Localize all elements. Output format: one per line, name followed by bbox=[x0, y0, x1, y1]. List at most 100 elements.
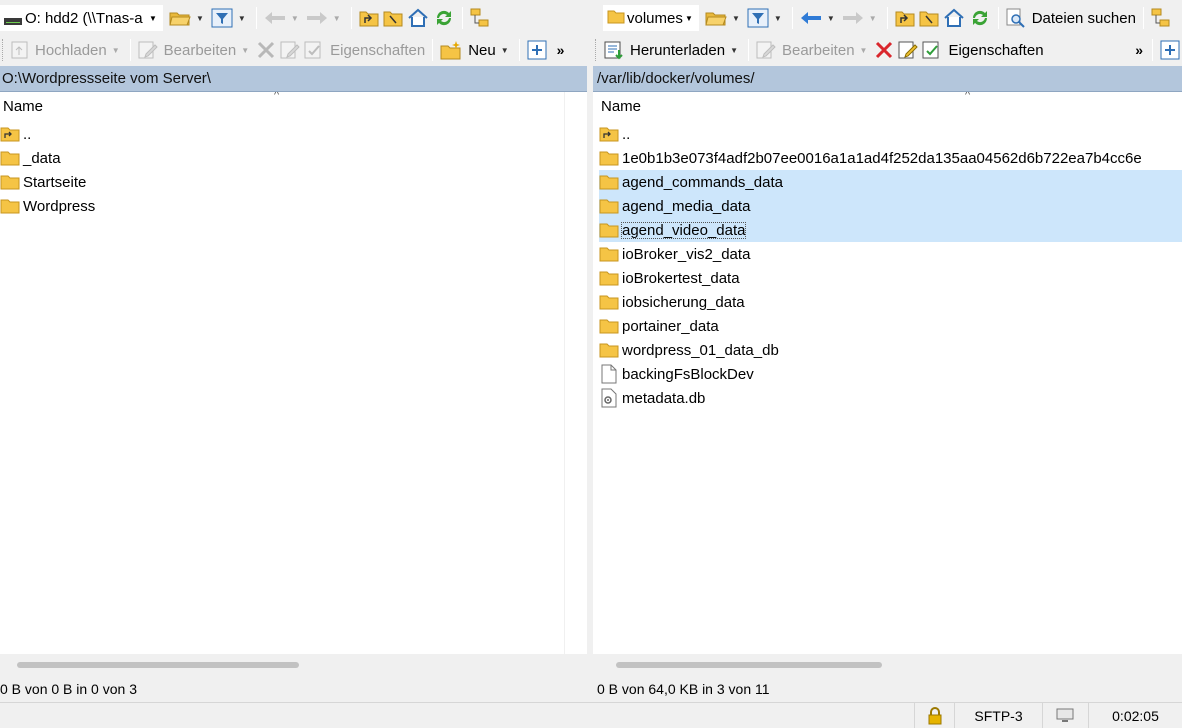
local-path-bar[interactable]: O:\Wordpressseite vom Server\ bbox=[0, 66, 587, 92]
local-horizontal-scrollbar[interactable] bbox=[0, 654, 587, 674]
forward-button[interactable] bbox=[840, 5, 866, 31]
toolbar-separator bbox=[747, 39, 749, 61]
home-directory-button[interactable] bbox=[405, 5, 431, 31]
list-item[interactable]: _data bbox=[0, 146, 587, 170]
chevron-down-icon[interactable]: ▼ bbox=[730, 46, 738, 55]
list-item[interactable]: agend_media_data bbox=[599, 194, 1182, 218]
forward-button[interactable] bbox=[304, 5, 330, 31]
expand-button[interactable] bbox=[1158, 37, 1182, 63]
parent-directory-button[interactable] bbox=[357, 5, 381, 31]
refresh-button[interactable] bbox=[967, 5, 993, 31]
local-column-header-name[interactable]: Name ^ bbox=[0, 92, 587, 122]
item-name: 1e0b1b3e073f4adf2b07ee0016a1a1ad4f252da1… bbox=[622, 149, 1142, 167]
chevron-down-icon[interactable]: ▼ bbox=[333, 14, 341, 23]
tree-view-button[interactable] bbox=[468, 5, 492, 31]
properties-label: Eigenschaften bbox=[948, 41, 1044, 59]
chevron-down-icon[interactable]: ▼ bbox=[501, 46, 509, 55]
root-folder-icon bbox=[919, 11, 939, 27]
remote-column-header-name[interactable]: Name ^ bbox=[593, 92, 1182, 122]
network-status-icon[interactable] bbox=[1042, 703, 1088, 728]
session-status-bar: SFTP-3 0:02:05 bbox=[0, 702, 1182, 728]
home-directory-button[interactable] bbox=[941, 5, 967, 31]
rename-button[interactable] bbox=[278, 37, 302, 63]
list-item[interactable]: Startseite bbox=[0, 170, 587, 194]
filter-icon bbox=[747, 8, 769, 28]
list-item[interactable]: iobsicherung_data bbox=[599, 290, 1182, 314]
find-files-button[interactable]: Dateien suchen bbox=[1004, 5, 1138, 31]
root-folder-icon bbox=[383, 11, 403, 27]
filter-icon bbox=[211, 8, 233, 28]
toolbar-separator bbox=[432, 39, 434, 61]
back-button[interactable] bbox=[798, 5, 824, 31]
remote-rows: .. 1e0b1b3e073f4adf2b07ee0016a1a1ad4f252d… bbox=[593, 122, 1182, 410]
open-folder-button[interactable] bbox=[703, 5, 729, 31]
new-folder-icon bbox=[440, 41, 461, 60]
edit-button[interactable]: Bearbeiten bbox=[136, 37, 239, 63]
list-item[interactable]: Wordpress bbox=[0, 194, 587, 218]
folder-icon bbox=[0, 196, 20, 216]
chevron-down-icon[interactable]: ▼ bbox=[196, 14, 204, 23]
overflow-chevron-icon[interactable]: » bbox=[1135, 42, 1143, 58]
list-item[interactable]: metadata.db bbox=[599, 386, 1182, 410]
parent-directory-button[interactable] bbox=[893, 5, 917, 31]
new-button[interactable]: Neu bbox=[438, 37, 498, 63]
edit-button[interactable]: Bearbeiten bbox=[754, 37, 857, 63]
remote-path-bar[interactable]: /var/lib/docker/volumes/ bbox=[593, 66, 1182, 92]
folder-icon bbox=[599, 196, 619, 216]
local-file-list[interactable]: Name ^ .. _data Startseite Wordpress bbox=[0, 92, 587, 654]
back-button[interactable] bbox=[262, 5, 288, 31]
rename-button[interactable] bbox=[896, 37, 920, 63]
list-item[interactable]: .. bbox=[599, 122, 1182, 146]
chevron-down-icon[interactable]: ▼ bbox=[732, 14, 740, 23]
scrollbar-thumb[interactable] bbox=[616, 662, 882, 668]
list-item[interactable]: ioBroker_vis2_data bbox=[599, 242, 1182, 266]
chevron-down-icon[interactable]: ▼ bbox=[827, 14, 835, 23]
download-button[interactable]: Herunterladen bbox=[602, 37, 727, 63]
list-item[interactable]: agend_video_data bbox=[599, 218, 1182, 242]
encryption-lock-icon[interactable] bbox=[914, 703, 954, 728]
filter-button[interactable] bbox=[209, 5, 235, 31]
sort-ascending-icon: ^ bbox=[274, 92, 280, 101]
chevron-down-icon[interactable]: ▼ bbox=[869, 14, 877, 23]
list-item[interactable]: ioBrokertest_data bbox=[599, 266, 1182, 290]
overflow-chevron-icon[interactable]: » bbox=[557, 42, 565, 58]
refresh-button[interactable] bbox=[431, 5, 457, 31]
upload-icon bbox=[11, 41, 28, 59]
chevron-down-icon[interactable]: ▼ bbox=[683, 14, 695, 23]
filter-button[interactable] bbox=[745, 5, 771, 31]
list-item[interactable]: portainer_data bbox=[599, 314, 1182, 338]
root-directory-button[interactable] bbox=[381, 5, 405, 31]
list-item[interactable]: backingFsBlockDev bbox=[599, 362, 1182, 386]
open-folder-button[interactable] bbox=[167, 5, 193, 31]
folder-icon bbox=[607, 9, 625, 28]
chevron-down-icon[interactable]: ▼ bbox=[112, 46, 120, 55]
local-drive-select[interactable]: O: hdd2 (\\Tnas-a ▼ bbox=[0, 5, 163, 31]
remote-directory-select[interactable]: volumes ▼ bbox=[603, 5, 699, 31]
chevron-down-icon[interactable]: ▼ bbox=[241, 46, 249, 55]
expand-button[interactable] bbox=[525, 37, 549, 63]
rename-icon bbox=[898, 41, 919, 59]
protocol-indicator[interactable]: SFTP-3 bbox=[954, 703, 1042, 728]
remote-horizontal-scrollbar[interactable] bbox=[593, 654, 1182, 674]
toolbar-separator bbox=[791, 7, 793, 29]
delete-button[interactable] bbox=[872, 37, 896, 63]
properties-button[interactable]: Eigenschaften bbox=[302, 37, 427, 63]
tree-view-button[interactable] bbox=[1149, 5, 1173, 31]
chevron-down-icon[interactable]: ▼ bbox=[774, 14, 782, 23]
list-item[interactable]: .. bbox=[0, 122, 587, 146]
local-toolbar-actions: Hochladen ▼ Bearbeiten ▼ Eigenschaften N… bbox=[0, 34, 587, 66]
list-item[interactable]: agend_commands_data bbox=[599, 170, 1182, 194]
upload-button[interactable]: Hochladen bbox=[9, 37, 109, 63]
scrollbar-thumb[interactable] bbox=[17, 662, 299, 668]
chevron-down-icon[interactable]: ▼ bbox=[291, 14, 299, 23]
list-item[interactable]: wordpress_01_data_db bbox=[599, 338, 1182, 362]
delete-button[interactable] bbox=[254, 37, 278, 63]
chevron-down-icon[interactable]: ▼ bbox=[147, 14, 159, 23]
root-directory-button[interactable] bbox=[917, 5, 941, 31]
properties-button[interactable]: Eigenschaften bbox=[920, 37, 1045, 63]
chevron-down-icon[interactable]: ▼ bbox=[860, 46, 868, 55]
folder-icon bbox=[599, 292, 619, 312]
remote-file-list[interactable]: Name ^ .. 1e0b1b3e073f4adf2b07ee0016a1a1a… bbox=[593, 92, 1182, 654]
list-item[interactable]: 1e0b1b3e073f4adf2b07ee0016a1a1ad4f252da1… bbox=[599, 146, 1182, 170]
chevron-down-icon[interactable]: ▼ bbox=[238, 14, 246, 23]
